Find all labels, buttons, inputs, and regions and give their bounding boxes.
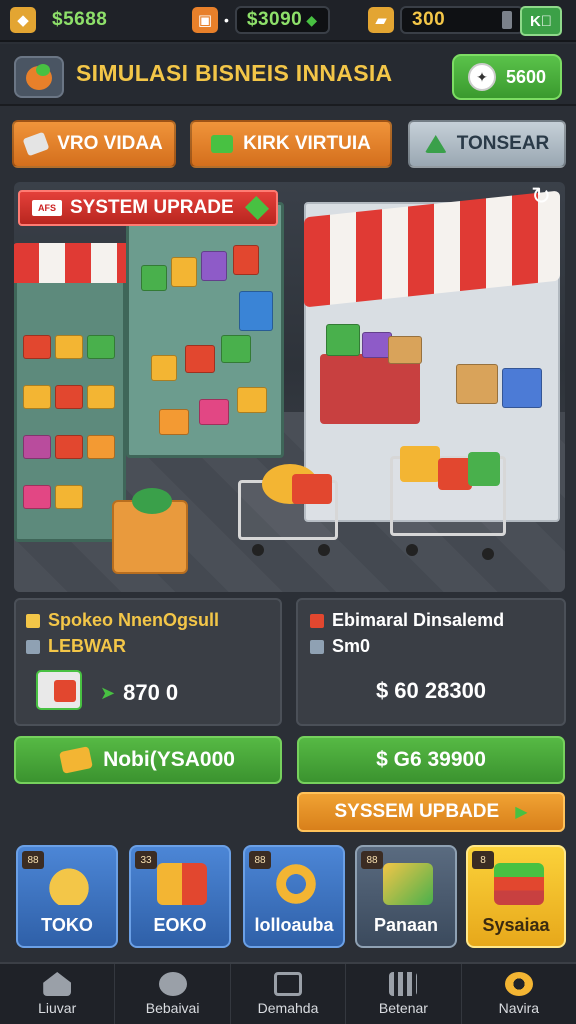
center-shelf[interactable] (126, 202, 284, 458)
coin-icon: ✦ (467, 63, 496, 91)
product-box-icon (383, 863, 433, 905)
gold-ingot-icon (44, 863, 94, 905)
resource-money-value: $5688 (52, 9, 108, 30)
resource-gold-value: 300 (400, 6, 524, 34)
nav-home[interactable]: Liuvar (0, 964, 116, 1024)
profile-icon (158, 972, 187, 996)
arrow-right-icon: ➤ (100, 682, 116, 703)
gold-bar-icon (59, 746, 94, 774)
chart-icon (310, 639, 324, 654)
nav-demand[interactable]: Demahda (231, 964, 347, 1024)
category-lolloauba[interactable]: 88 lolloauba (243, 845, 345, 948)
nav-profile[interactable]: Bebaivai (115, 964, 231, 1024)
system-upgrade-button[interactable]: SYSSEM UPBADE ▶ (297, 792, 565, 832)
resource-goods-value: $3090 ◆ (234, 6, 330, 34)
tab-kirk-virtuia[interactable]: KIRK VIRTUIA (190, 120, 392, 168)
store-scene[interactable]: AFS SYSTEM UPRADE (14, 182, 565, 592)
stats-panel-right: Ebimaral Dinsalemd Sm0 $ 60 28300 (296, 598, 566, 726)
exit-icon[interactable]: K⃞ (520, 6, 562, 36)
building-icon (389, 972, 418, 996)
nav-buildings[interactable]: Betenar (346, 964, 462, 1024)
home-icon (43, 972, 72, 996)
gear-icon (504, 972, 533, 996)
tab-tonsear[interactable]: TONSEAR (408, 120, 566, 168)
shopping-cart-left[interactable] (232, 460, 342, 560)
resource-gold[interactable]: ▰ 300 (368, 4, 524, 36)
cash-value: 5600 (505, 66, 547, 87)
left-panel-value: 870 0 (123, 680, 179, 705)
buy-button[interactable]: $ G6 39900 (297, 736, 565, 784)
chevron-right-icon: ▶ (515, 804, 528, 821)
category-eoko[interactable]: 33 EOKO (129, 845, 231, 948)
left-awning (14, 243, 131, 283)
pencil-icon (310, 613, 324, 628)
game-logo (14, 56, 64, 98)
stall-counter (320, 324, 422, 424)
chart-icon (26, 639, 40, 654)
pencil-icon (22, 131, 50, 157)
cash-button[interactable]: ✦ 5600 (452, 54, 562, 100)
category-sysaiaa[interactable]: 8 Sysaiaa (466, 845, 566, 948)
cash-pile-icon (132, 488, 172, 514)
stacked-items-icon (494, 863, 544, 905)
collect-button[interactable]: Nobi(YSA000 (14, 736, 282, 784)
gold-ring-icon (271, 863, 321, 905)
game-title: SIMULASI BISNEIS INNASIA (76, 60, 393, 86)
share-icon[interactable]: ↻ (524, 180, 558, 214)
meter-icon (502, 11, 512, 29)
pencil-icon (26, 613, 40, 628)
category-toko[interactable]: 88 TOKO (16, 845, 118, 948)
sale-tag-icon: AFS (32, 200, 62, 216)
gold-bar-icon: ▰ (368, 7, 394, 33)
system-upgrade-banner[interactable]: AFS SYSTEM UPRADE (18, 190, 278, 226)
supply-crate[interactable] (112, 488, 188, 574)
nav-settings[interactable]: Navira (462, 964, 576, 1024)
bag-icon: ▣ (192, 7, 218, 33)
shopping-cart-right[interactable] (384, 428, 514, 568)
cash-stack-icon (211, 135, 234, 153)
resource-goods[interactable]: ▣ • $3090 ◆ (192, 4, 330, 36)
gem-icon (244, 195, 269, 221)
gold-cube-icon: ◆ (10, 7, 36, 33)
tab-vro-vidaa[interactable]: VRO VIDAA (12, 120, 176, 168)
left-shelf[interactable] (14, 243, 131, 542)
right-panel-value: $ 60 28300 (375, 678, 487, 703)
tree-icon (424, 135, 447, 153)
stats-panel-left: Spokeo NnenOgsull LEBWAR ➤ 870 0 (14, 598, 282, 726)
chart-icon (274, 972, 303, 996)
resource-money[interactable]: ◆ $5688 (10, 4, 117, 36)
shop-item-icon (36, 670, 82, 710)
gem-icon: ◆ (306, 11, 318, 28)
stall-awning (304, 190, 560, 308)
category-panaan[interactable]: 88 Panaan (355, 845, 457, 948)
goods-boxes-icon (157, 863, 207, 905)
bottom-nav: Liuvar Bebaivai Demahda Betenar Navira (0, 962, 576, 1024)
